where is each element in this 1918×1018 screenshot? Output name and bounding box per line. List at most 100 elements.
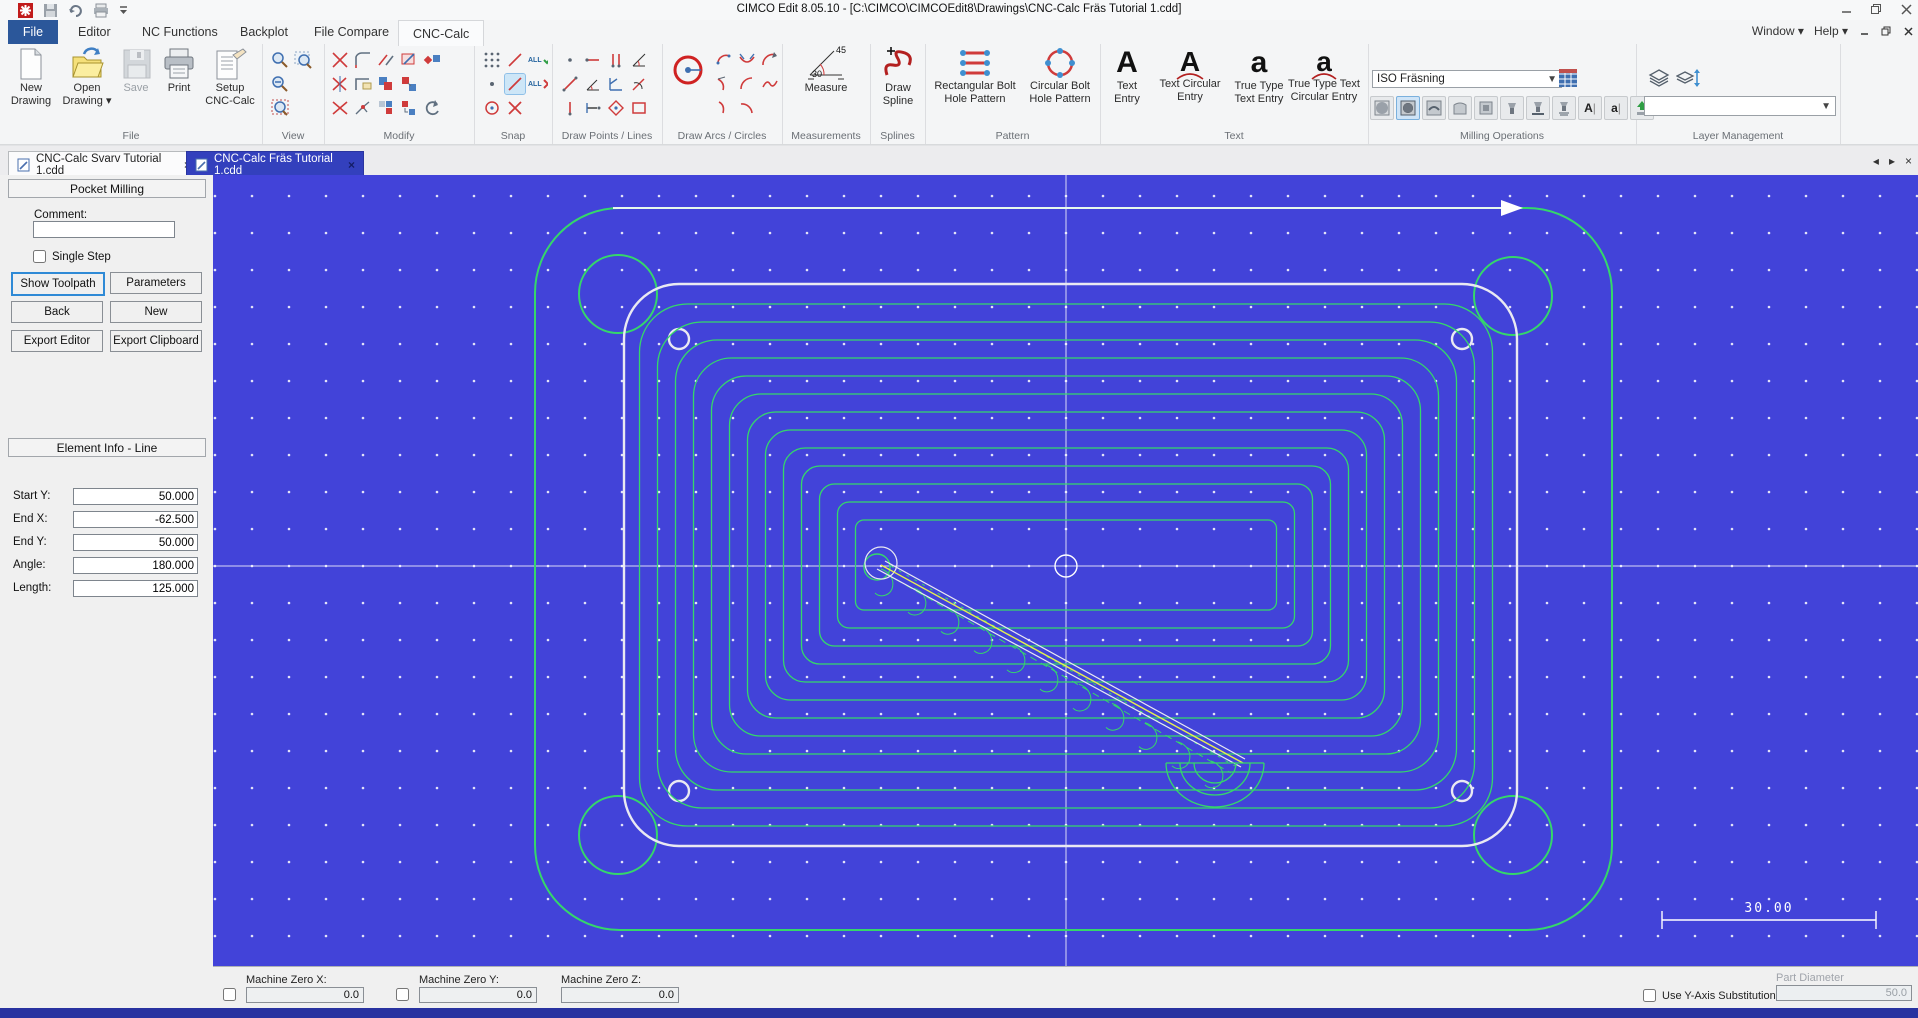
machine-zero-z-input[interactable]	[561, 987, 679, 1003]
arc-fillet-icon[interactable]	[714, 74, 734, 94]
face-milling-icon[interactable]	[1370, 96, 1394, 120]
length-input[interactable]	[73, 580, 198, 597]
back-button[interactable]: Back	[11, 301, 103, 323]
parameters-button[interactable]: Parameters	[110, 272, 202, 294]
open-drawing-button[interactable]: Open Drawing ▾	[60, 47, 114, 107]
snap-center-icon[interactable]	[482, 98, 502, 118]
offset-icon[interactable]	[399, 50, 419, 70]
arc-end-icon[interactable]	[737, 98, 757, 118]
text-circular-entry-button[interactable]: A Text Circular Entry	[1154, 47, 1226, 103]
machine-zero-y-checkbox[interactable]	[396, 988, 409, 1001]
help-menu[interactable]: Help ▾	[1814, 24, 1848, 38]
snap-grid-icon[interactable]	[482, 50, 502, 70]
draw-vertical-line-icon[interactable]	[560, 98, 580, 118]
zoom-window-icon[interactable]	[293, 50, 313, 70]
text-entry-button[interactable]: A Text Entry	[1102, 47, 1152, 105]
mirror-icon[interactable]	[422, 50, 442, 70]
draw-vertical-lines-icon[interactable]	[606, 50, 626, 70]
zoom-in-icon[interactable]	[270, 50, 290, 70]
slot-milling-icon[interactable]	[1474, 96, 1498, 120]
engrave-truetype-icon[interactable]: a|	[1604, 96, 1628, 120]
angle-input[interactable]	[73, 557, 198, 574]
origin-icon[interactable]	[399, 98, 419, 118]
draw-perpendicular-icon[interactable]	[606, 74, 626, 94]
menu-tab-file[interactable]: File	[8, 20, 58, 44]
divide-icon[interactable]	[330, 98, 350, 118]
print-button[interactable]: Print	[158, 47, 200, 95]
rectangular-bolt-hole-pattern-button[interactable]: Rectangular Bolt Hole Pattern	[929, 47, 1021, 105]
tab-close-icon[interactable]: ×	[1905, 154, 1912, 168]
measure-button[interactable]: 45 30 Measure	[794, 47, 858, 95]
draw-line-icon[interactable]	[560, 74, 580, 94]
menu-tab-cnc-calc[interactable]: CNC-Calc	[398, 20, 484, 46]
thread-milling-icon[interactable]	[1552, 96, 1576, 120]
engrave-text-icon[interactable]: A|	[1578, 96, 1602, 120]
draw-point-icon[interactable]	[560, 50, 580, 70]
pocket-milling-icon[interactable]	[1396, 96, 1420, 120]
new-button[interactable]: New	[110, 301, 202, 323]
snap-off-icon[interactable]	[505, 98, 525, 118]
break-icon[interactable]	[330, 74, 350, 94]
tab-scroll-right-icon[interactable]: ▸	[1889, 154, 1895, 168]
mdi-restore-icon[interactable]	[1880, 25, 1892, 37]
layer-move-icon[interactable]	[1676, 68, 1700, 88]
draw-angle-line-icon[interactable]	[583, 74, 603, 94]
end-x-input[interactable]	[73, 511, 198, 528]
curve-icon[interactable]	[760, 74, 780, 94]
join-icon[interactable]	[353, 98, 373, 118]
comment-input[interactable]	[33, 221, 175, 238]
contour-milling-icon[interactable]	[1448, 96, 1472, 120]
draw-polygon-icon[interactable]	[606, 98, 626, 118]
tab-scroll-left-icon[interactable]: ◂	[1873, 154, 1879, 168]
save-drawing-button[interactable]: Save	[116, 47, 156, 95]
draw-tangent-line-icon[interactable]	[629, 74, 649, 94]
machine-zero-x-checkbox[interactable]	[223, 988, 236, 1001]
draw-parallel-line-icon[interactable]	[583, 98, 603, 118]
export-clipboard-button[interactable]: Export Clipboard	[110, 330, 202, 352]
arc-radius-icon[interactable]	[737, 74, 757, 94]
move-icon[interactable]	[399, 74, 419, 94]
single-step-checkbox[interactable]	[33, 250, 46, 263]
close-icon[interactable]	[1900, 3, 1912, 15]
array-icon[interactable]	[376, 98, 396, 118]
end-y-input[interactable]	[73, 534, 198, 551]
zoom-extents-icon[interactable]	[270, 98, 290, 118]
milling-preset-select[interactable]: ISO Fräsning▼	[1372, 70, 1562, 88]
extend-icon[interactable]	[376, 50, 396, 70]
circular-bolt-hole-pattern-button[interactable]: Circular Bolt Hole Pattern	[1023, 47, 1097, 105]
mdi-close-icon[interactable]	[1902, 25, 1914, 37]
corner-trim-icon[interactable]	[353, 74, 373, 94]
arc-2point-icon[interactable]	[714, 50, 734, 70]
use-y-axis-substitution-checkbox[interactable]	[1643, 989, 1656, 1002]
snap-all-off-icon[interactable]: ALL	[528, 74, 548, 94]
pocket-island-milling-icon[interactable]	[1422, 96, 1446, 120]
minimize-icon[interactable]	[1840, 3, 1852, 15]
menu-tab-editor[interactable]: Editor	[64, 20, 125, 44]
truetype-text-circular-entry-button[interactable]: a True Type Text Circular Entry	[1282, 47, 1366, 103]
copy-icon[interactable]	[376, 74, 396, 94]
machine-zero-y-input[interactable]	[419, 987, 537, 1003]
truetype-text-entry-button[interactable]: a True Type Text Entry	[1228, 47, 1290, 105]
doc-tab-fras[interactable]: CNC-Calc Fräs Tutorial 1.cdd ×	[186, 151, 364, 178]
snap-element-icon[interactable]	[505, 74, 525, 94]
close-tab-icon[interactable]: ×	[348, 158, 355, 172]
drawing-canvas[interactable]: 30.00	[213, 175, 1918, 966]
layers-icon[interactable]	[1648, 68, 1670, 88]
setup-cnc-calc-button[interactable]: Setup CNC-Calc	[202, 47, 258, 107]
mdi-minimize-icon[interactable]	[1858, 25, 1870, 37]
draw-angle-icon[interactable]	[629, 50, 649, 70]
draw-spline-button[interactable]: Draw Spline	[876, 47, 920, 107]
snap-line-icon[interactable]	[505, 50, 525, 70]
arc-tangent-icon[interactable]	[760, 50, 780, 70]
restore-icon[interactable]	[1870, 3, 1882, 15]
tool-library-icon[interactable]	[1558, 68, 1578, 88]
menu-tab-nc-functions[interactable]: NC Functions	[128, 20, 232, 44]
show-toolpath-button[interactable]: Show Toolpath	[11, 272, 105, 296]
snap-point-icon[interactable]	[482, 74, 502, 94]
fillet-icon[interactable]	[353, 50, 373, 70]
snap-all-on-icon[interactable]: ALL	[528, 50, 548, 70]
rotate-icon[interactable]	[422, 98, 442, 118]
drill-pattern-icon[interactable]	[1526, 96, 1550, 120]
draw-circle-center-icon[interactable]	[670, 52, 706, 88]
doc-tab-svarv[interactable]: CNC-Calc Svarv Tutorial 1.cdd ×	[8, 151, 200, 178]
